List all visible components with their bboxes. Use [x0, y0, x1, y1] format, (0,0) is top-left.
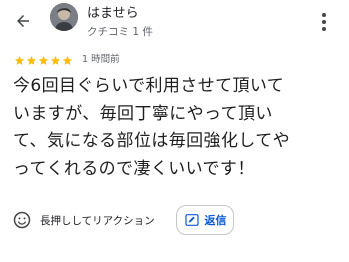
review-actions: 長押ししてリアクション 返信 [0, 203, 349, 237]
review-line: て、気になる部位は毎回強化してや [13, 131, 291, 151]
rating-row: 1 時間前 [14, 53, 120, 67]
more-vert-icon [322, 13, 326, 17]
smiley-icon [13, 211, 31, 229]
react-button[interactable]: 長押ししてリアクション [12, 207, 155, 233]
review-line: いますが、毎回丁寧にやって頂い [13, 103, 273, 124]
star-icon [38, 55, 49, 65]
react-label: 長押ししてリアクション [40, 214, 155, 227]
star-icon [26, 55, 37, 65]
star-icon [62, 55, 73, 65]
reply-button[interactable]: 返信 [176, 205, 234, 235]
avatar[interactable] [50, 3, 78, 31]
reply-label: 返信 [204, 214, 227, 227]
review-text: 今6回目ぐらいで利用させて頂いて いますが、毎回丁寧にやって頂い て、気になる部… [13, 73, 343, 183]
review-header: はませら クチコミ 1 件 [0, 0, 349, 50]
star-icon [14, 55, 25, 65]
star-icon [50, 55, 61, 65]
user-name[interactable]: はませら [87, 6, 139, 21]
back-button[interactable] [10, 8, 36, 34]
review-line: 今6回目ぐらいで利用させて頂いて [13, 76, 285, 96]
avatar-image [50, 3, 78, 31]
arrow-back-icon [17, 15, 29, 27]
more-options-button[interactable] [314, 9, 334, 35]
reply-edit-icon [184, 214, 199, 226]
review-line: ってくれるので凄くいいです！ [13, 158, 255, 179]
star-rating [14, 55, 73, 66]
review-time: 1 時間前 [82, 54, 120, 65]
user-review-count: クチコミ 1 件 [87, 26, 153, 38]
